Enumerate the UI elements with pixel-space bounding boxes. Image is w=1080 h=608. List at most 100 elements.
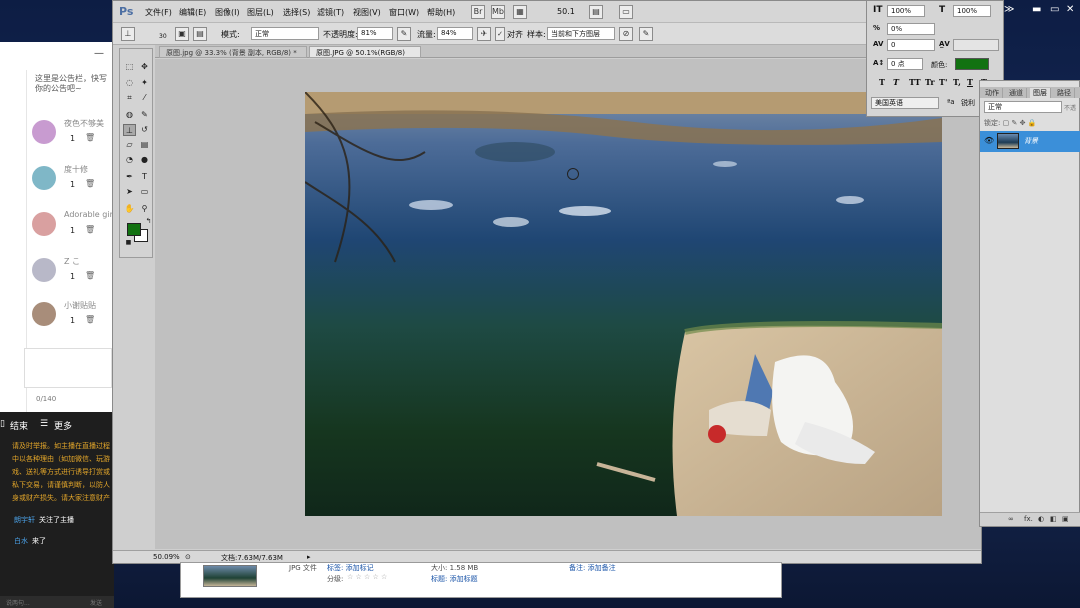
document-image[interactable] bbox=[305, 92, 942, 516]
status-zoom[interactable]: 50.09% bbox=[153, 553, 180, 561]
eraser-tool-icon[interactable]: ▱ bbox=[123, 139, 136, 151]
lock-all-icon[interactable]: 🔒 bbox=[1028, 119, 1037, 127]
move-tool-icon[interactable]: ✥ bbox=[138, 61, 151, 73]
menu-select[interactable]: 选择(S) bbox=[283, 7, 310, 18]
trash-icon[interactable]: 🗑 bbox=[85, 225, 95, 234]
screen-mode-icon[interactable]: ▭ bbox=[619, 5, 633, 19]
eyedropper-icon[interactable]: ⁄ bbox=[138, 92, 151, 104]
brush-tool-icon[interactable]: ✎ bbox=[138, 109, 151, 121]
avatar[interactable] bbox=[32, 212, 56, 236]
menu-edit[interactable]: 编辑(E) bbox=[179, 7, 206, 18]
healing-brush-icon[interactable]: ◍ bbox=[123, 109, 136, 121]
opacity-input[interactable]: 81% bbox=[357, 27, 393, 40]
trash-icon[interactable]: 🗑 bbox=[85, 271, 95, 280]
menu-file[interactable]: 文件(F) bbox=[145, 7, 172, 18]
end-icon[interactable]: ▯ bbox=[0, 419, 5, 429]
avatar[interactable] bbox=[32, 120, 56, 144]
tab-layers[interactable]: 图层 bbox=[1030, 88, 1051, 98]
zoom-level-menu[interactable]: 50.1 bbox=[557, 7, 575, 16]
menu-view[interactable]: 视图(V) bbox=[353, 7, 381, 18]
all-caps-button[interactable]: TT bbox=[909, 77, 921, 87]
menu-icon[interactable]: ☰ bbox=[40, 419, 48, 429]
lasso-tool-icon[interactable]: ◌ bbox=[123, 77, 136, 89]
vertical-scale-input[interactable]: 100% bbox=[887, 5, 925, 17]
tab-document-1[interactable]: 原图.jpg @ 33.3% (背景 副本, RGB/8) * bbox=[159, 46, 307, 58]
layer-name[interactable]: 背景 bbox=[1024, 136, 1038, 146]
window-restore-icon[interactable]: ▭ bbox=[1050, 4, 1059, 15]
faux-bold-button[interactable]: T bbox=[879, 77, 885, 87]
file-thumbnail[interactable] bbox=[203, 565, 257, 587]
clone-stamp-icon[interactable]: ⊥ bbox=[121, 27, 135, 41]
crop-tool-icon[interactable]: ⌗ bbox=[123, 92, 136, 104]
new-group-icon[interactable]: ◧ bbox=[1050, 515, 1057, 523]
gradient-tool-icon[interactable]: ▤ bbox=[138, 139, 151, 151]
foreground-color-swatch[interactable] bbox=[127, 223, 141, 236]
text-color-swatch[interactable] bbox=[955, 58, 989, 70]
expand-panels-icon[interactable]: ≫ bbox=[1004, 4, 1014, 15]
chat-user-row[interactable]: Z こ 1 🗑 bbox=[30, 254, 114, 294]
new-layer-icon[interactable]: ▣ bbox=[1062, 515, 1069, 523]
message-user[interactable]: 白水 bbox=[14, 537, 28, 545]
file-note[interactable]: 备注: 添加备注 bbox=[569, 563, 616, 573]
antialias-select[interactable]: 锐利 bbox=[961, 98, 975, 108]
chat-user-row[interactable]: Adorable girl 1 🗑 bbox=[30, 208, 115, 248]
mask-icon[interactable]: ◐ bbox=[1038, 515, 1044, 523]
trash-icon[interactable]: 🗑 bbox=[85, 133, 95, 142]
lock-transparency-icon[interactable]: ▢ bbox=[1003, 119, 1010, 127]
menu-help[interactable]: 帮助(H) bbox=[427, 7, 455, 18]
menu-layer[interactable]: 图层(L) bbox=[247, 7, 274, 18]
menu-window[interactable]: 窗口(W) bbox=[389, 7, 419, 18]
message-user[interactable]: 朗宇轩 bbox=[14, 516, 35, 524]
pressure-size-icon[interactable]: ✎ bbox=[639, 27, 653, 41]
chat-user-row[interactable]: 度十修 1 🗑 bbox=[30, 162, 114, 202]
menu-filter[interactable]: 滤镜(T) bbox=[317, 7, 344, 18]
aligned-checkbox[interactable]: ✓ bbox=[495, 27, 505, 41]
blend-mode-select[interactable]: 正常 bbox=[984, 101, 1062, 113]
mode-select[interactable]: 正常 bbox=[251, 27, 319, 40]
more-button[interactable]: 更多 bbox=[54, 419, 72, 432]
chat-announcement-input[interactable] bbox=[24, 348, 112, 388]
brush-size[interactable]: 30 bbox=[159, 33, 167, 40]
tracking-input[interactable]: 0% bbox=[887, 23, 935, 35]
ignore-adjustment-icon[interactable]: ⊘ bbox=[619, 27, 633, 41]
avatar[interactable] bbox=[32, 258, 56, 282]
window-minimize-icon[interactable]: ▬ bbox=[1032, 4, 1041, 15]
avatar[interactable] bbox=[32, 302, 56, 326]
tab-paths[interactable]: 路径 bbox=[1054, 88, 1075, 98]
shape-tool-icon[interactable]: ▭ bbox=[138, 186, 151, 198]
layer-style-icon[interactable]: fx. bbox=[1024, 515, 1033, 523]
hand-tool-icon[interactable]: ✋ bbox=[123, 203, 136, 215]
language-select[interactable]: 美国英语 bbox=[871, 97, 939, 109]
view-extras-icon[interactable]: ▦ bbox=[513, 5, 527, 19]
small-caps-button[interactable]: Tr bbox=[925, 77, 935, 87]
bridge-icon[interactable]: Br bbox=[471, 5, 485, 19]
tab-channels[interactable]: 通道 bbox=[1006, 88, 1027, 98]
lock-position-icon[interactable]: ✥ bbox=[1020, 119, 1026, 127]
quick-select-icon[interactable]: ✦ bbox=[138, 77, 151, 89]
file-title[interactable]: 标题: 添加标题 bbox=[431, 574, 478, 584]
history-brush-icon[interactable]: ↺ bbox=[138, 124, 151, 136]
chat-user-row[interactable]: 小谢贴贴 1 🗑 bbox=[30, 298, 114, 338]
trash-icon[interactable]: 🗑 bbox=[85, 179, 95, 188]
path-select-icon[interactable]: ➤ bbox=[123, 186, 136, 198]
tab-document-2[interactable]: 原图.JPG @ 50.1%(RGB/8) bbox=[309, 46, 421, 58]
minibridge-icon[interactable]: Mb bbox=[491, 5, 505, 19]
subscript-button[interactable]: T, bbox=[953, 77, 961, 87]
end-button[interactable]: 结束 bbox=[10, 419, 28, 432]
arrange-documents-icon[interactable]: ▤ bbox=[589, 5, 603, 19]
minimize-icon[interactable]: — bbox=[94, 48, 104, 59]
visibility-eye-icon[interactable]: 👁 bbox=[984, 136, 994, 145]
link-layers-icon[interactable]: ∞ bbox=[1008, 515, 1014, 523]
clone-source-icon[interactable]: ▤ bbox=[193, 27, 207, 41]
blur-tool-icon[interactable]: ◔ bbox=[123, 154, 136, 166]
dodge-tool-icon[interactable]: ● bbox=[138, 154, 151, 166]
swap-colors-icon[interactable]: ↰ bbox=[142, 215, 155, 227]
baseline-input[interactable]: 0 点 bbox=[887, 58, 923, 70]
airbrush-icon[interactable]: ✈ bbox=[477, 27, 491, 41]
send-button[interactable]: 发送 bbox=[90, 598, 102, 607]
clone-stamp-tool-icon[interactable]: ⊥ bbox=[123, 124, 136, 136]
avatar[interactable] bbox=[32, 166, 56, 190]
kerning-input[interactable]: 0 bbox=[887, 39, 935, 51]
layer-row-background[interactable]: 👁 背景 bbox=[980, 131, 1080, 152]
lock-image-icon[interactable]: ✎ bbox=[1011, 119, 1017, 127]
